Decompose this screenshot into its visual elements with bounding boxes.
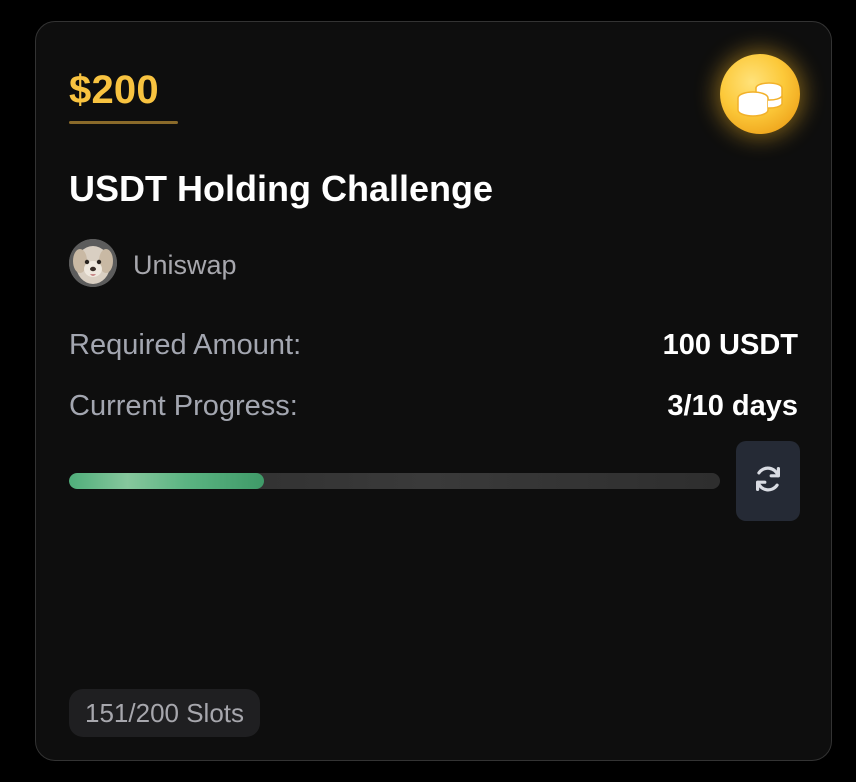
organizer-avatar[interactable] bbox=[69, 239, 117, 287]
challenge-card[interactable]: $200 USDT Holding Challenge Uniswap Requ… bbox=[35, 21, 832, 761]
reward-amount: $200 bbox=[69, 68, 159, 112]
refresh-button[interactable] bbox=[736, 441, 800, 521]
required-amount-label: Required Amount: bbox=[69, 329, 302, 361]
coins-icon bbox=[720, 54, 800, 134]
current-progress-label: Current Progress: bbox=[69, 390, 298, 422]
current-progress-value: 3/10 days bbox=[667, 390, 798, 422]
reward-underline bbox=[69, 121, 178, 124]
required-amount-value: 100 USDT bbox=[662, 329, 798, 361]
refresh-icon bbox=[752, 463, 784, 500]
progress-bar bbox=[69, 473, 720, 489]
challenge-title: USDT Holding Challenge bbox=[69, 168, 494, 209]
organizer-name[interactable]: Uniswap bbox=[133, 249, 237, 281]
progress-bar-fill bbox=[69, 473, 265, 489]
slots-badge: 151/200 Slots bbox=[69, 689, 261, 737]
